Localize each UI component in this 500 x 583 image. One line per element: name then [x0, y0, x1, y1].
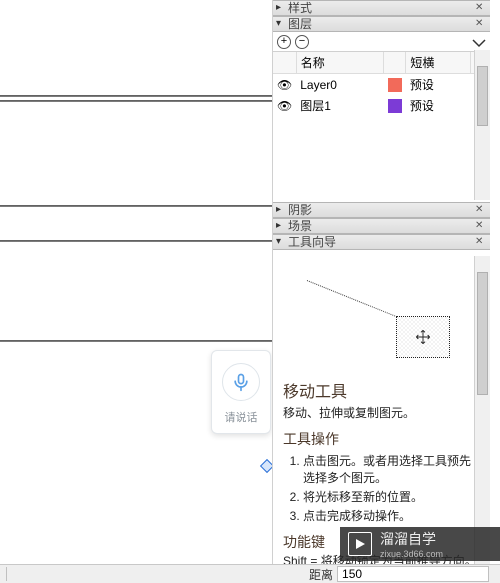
tool-subtitle: 移动、拉伸或复制图元。: [283, 404, 480, 421]
status-bar: 距离: [0, 564, 500, 583]
voice-input-widget[interactable]: 请说话: [211, 350, 271, 434]
column-header-dashes[interactable]: 短横: [406, 52, 471, 74]
layer-dash[interactable]: 预设: [406, 95, 471, 116]
add-layer-button[interactable]: +: [277, 35, 291, 49]
viewport-edge: [0, 340, 272, 342]
trays-panel: ▸ 样式 ✕ ▾ 图层 ✕ + − 名称 短横: [272, 0, 490, 565]
layers-list[interactable]: 名称 短横 👁 Layer0 预设 ✎ 👁 图层1: [273, 52, 490, 202]
panel-title: 图层: [288, 16, 475, 32]
visibility-icon[interactable]: 👁: [273, 74, 296, 96]
viewport-edge: [0, 95, 272, 97]
panel-header-shadows[interactable]: ▸ 阴影 ✕: [273, 202, 490, 218]
step-item: 将光标移至新的位置。: [303, 488, 480, 505]
close-icon[interactable]: ✕: [475, 218, 487, 234]
panel-header-instructor[interactable]: ▾ 工具向导 ✕: [273, 234, 490, 250]
move-cursor-icon: [415, 329, 431, 345]
viewport-edge: [0, 240, 272, 242]
expand-icon[interactable]: ▸: [276, 218, 288, 234]
close-icon[interactable]: ✕: [475, 16, 487, 32]
voice-label: 请说话: [225, 409, 258, 425]
tool-title: 移动工具: [283, 378, 480, 402]
watermark: 溜溜自学 zixue.3d66.com: [340, 527, 500, 561]
visibility-icon[interactable]: 👁: [273, 95, 296, 116]
viewport-edge: [0, 100, 272, 102]
instructor-panel: 移动工具 移动、拉伸或复制图元。 工具操作 点击图元。或者用选择工具预先选择多个…: [273, 250, 490, 570]
layers-menu-icon[interactable]: [472, 37, 486, 47]
step-item: 点击图元。或者用选择工具预先选择多个图元。: [303, 452, 480, 486]
measurement-input[interactable]: [337, 566, 489, 582]
section-operations: 工具操作: [283, 429, 480, 449]
panel-title: 阴影: [288, 202, 475, 218]
scrollbar[interactable]: [474, 50, 490, 200]
model-viewport[interactable]: [0, 0, 272, 565]
panel-header-layers[interactable]: ▾ 图层 ✕: [273, 16, 490, 32]
panel-header-style[interactable]: ▸ 样式 ✕: [273, 0, 490, 16]
layer-color-swatch[interactable]: [388, 78, 402, 92]
panel-title: 工具向导: [288, 234, 475, 250]
tool-illustration: [302, 270, 462, 370]
layer-name[interactable]: 图层1: [296, 95, 384, 116]
close-icon[interactable]: ✕: [475, 0, 487, 16]
panel-title: 样式: [288, 0, 475, 16]
panel-header-scenes[interactable]: ▸ 场景 ✕: [273, 218, 490, 234]
close-icon[interactable]: ✕: [475, 202, 487, 218]
expand-icon[interactable]: ▸: [276, 202, 288, 218]
layer-dash[interactable]: 预设: [406, 74, 471, 96]
step-item: 点击完成移动操作。: [303, 507, 480, 524]
close-icon[interactable]: ✕: [475, 234, 487, 250]
layer-row[interactable]: 👁 图层1 预设: [273, 95, 490, 116]
panel-title: 场景: [288, 218, 475, 234]
layers-toolbar: + −: [273, 32, 490, 52]
operation-steps: 点击图元。或者用选择工具预先选择多个图元。 将光标移至新的位置。 点击完成移动操…: [303, 452, 480, 524]
collapse-icon[interactable]: ▾: [276, 234, 288, 250]
column-header-name[interactable]: 名称: [296, 52, 384, 74]
layer-name[interactable]: Layer0: [296, 74, 384, 96]
expand-icon[interactable]: ▸: [276, 0, 288, 16]
measurement-label: 距离: [309, 566, 333, 583]
viewport-edge: [0, 205, 272, 207]
remove-layer-button[interactable]: −: [295, 35, 309, 49]
play-icon: [348, 532, 372, 556]
microphone-icon[interactable]: [222, 363, 260, 401]
watermark-url: zixue.3d66.com: [380, 549, 443, 559]
scrollbar[interactable]: [474, 256, 490, 564]
watermark-brand: 溜溜自学: [380, 529, 443, 549]
layer-row[interactable]: 👁 Layer0 预设 ✎: [273, 74, 490, 96]
layer-color-swatch[interactable]: [388, 99, 402, 113]
collapse-icon[interactable]: ▾: [276, 16, 288, 32]
